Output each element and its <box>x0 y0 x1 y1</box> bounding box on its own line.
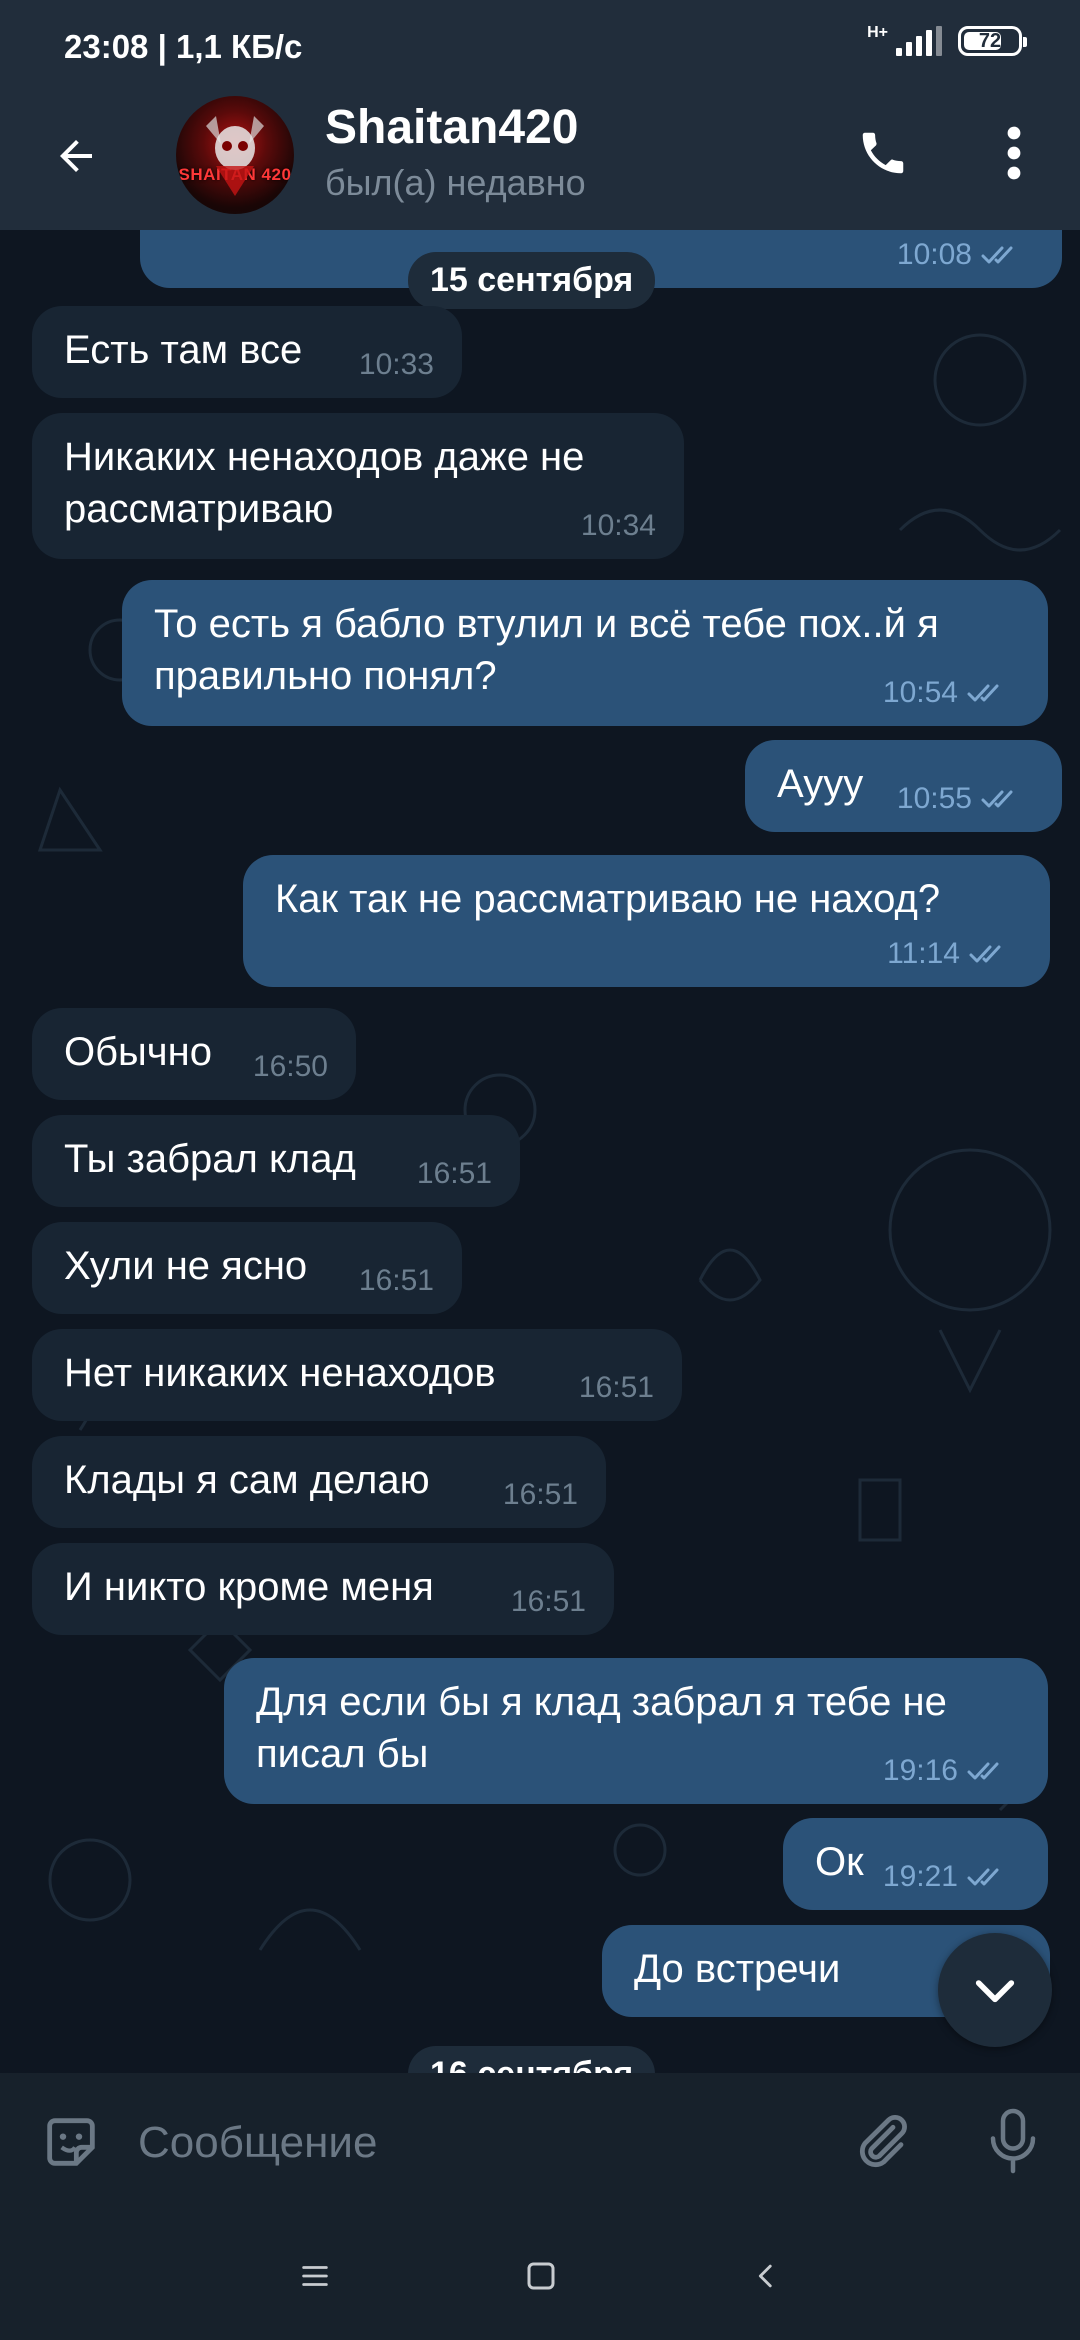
back-chevron-icon <box>758 2264 772 2288</box>
message-time: 16:51 <box>416 1157 492 1190</box>
incoming-message[interactable]: И никто кроме меня 16:51 <box>32 1543 614 1635</box>
message-time: 10:33 <box>358 348 434 381</box>
date-separator: 16 сентября <box>408 2046 656 2073</box>
message-time: 10:34 <box>580 509 656 542</box>
message-meta: 16:51 <box>503 1478 578 1512</box>
message-time: 16:51 <box>358 1264 434 1297</box>
outgoing-message[interactable]: Аууу 10:55 <box>745 740 1062 832</box>
home-square-icon <box>527 2262 555 2290</box>
double-check-icon <box>969 945 1001 963</box>
message-composer <box>0 2073 1080 2210</box>
double-check-icon <box>967 1762 999 1780</box>
battery-icon: 72 <box>958 26 1027 56</box>
nav-recents-button[interactable] <box>287 2248 343 2304</box>
back-button[interactable] <box>40 120 112 192</box>
message-meta: 10:08 <box>897 238 1028 272</box>
message-meta: 16:51 <box>359 1264 434 1298</box>
message-meta: 11:14 <box>887 937 1016 971</box>
message-text: Никаких ненаходов даже не рассматриваю <box>64 435 585 531</box>
more-options-button[interactable] <box>990 120 1038 186</box>
system-nav-bar <box>0 2210 1080 2340</box>
outgoing-message[interactable]: То есть я бабло втулил и всё тебе пох..й… <box>122 580 1048 726</box>
message-meta: 10:55 <box>897 782 1028 816</box>
message-time: 16:51 <box>578 1371 654 1404</box>
outgoing-message[interactable]: Как так не рассматриваю не наход? 11:14 <box>243 855 1050 987</box>
message-text: То есть я бабло втулил и всё тебе пох..й… <box>154 602 939 698</box>
message-meta: 10:34 <box>581 509 656 543</box>
message-text: Для если бы я клад забрал я тебе не писа… <box>256 1680 947 1776</box>
message-time: 11:14 <box>887 937 960 970</box>
message-meta: 10:54 <box>883 676 1014 710</box>
message-time: 16:51 <box>510 1585 586 1618</box>
sticker-icon <box>47 2118 95 2166</box>
message-list[interactable]: 10:08 15 сентября Есть там все 10:33 Никаких… <box>0 230 1080 2073</box>
message-time: 19:21 <box>882 1860 958 1893</box>
outgoing-message[interactable]: Ок 19:21 <box>783 1818 1048 1910</box>
message-text: До встречи <box>634 1947 841 1991</box>
message-text: Обычно <box>64 1030 212 1074</box>
more-vertical-icon <box>1007 126 1021 180</box>
incoming-message[interactable]: Клады я сам делаю 16:51 <box>32 1436 606 1528</box>
message-time: 10:55 <box>896 782 972 815</box>
message-text: Нет никаких ненаходов <box>64 1351 496 1395</box>
double-check-icon <box>967 1868 999 1886</box>
attach-button[interactable] <box>848 2109 914 2175</box>
message-meta: 16:51 <box>511 1585 586 1619</box>
message-text: Есть там все <box>64 328 303 372</box>
outgoing-message[interactable]: Для если бы я клад забрал я тебе не писа… <box>224 1658 1048 1804</box>
message-time: 10:54 <box>882 676 958 709</box>
message-text: Ок <box>815 1840 864 1884</box>
message-meta: 16:50 <box>253 1050 328 1084</box>
chat-last-seen: был(а) недавно <box>325 162 586 203</box>
double-check-icon <box>981 246 1013 264</box>
phone-icon <box>862 132 904 174</box>
emoji-button[interactable] <box>38 2109 104 2175</box>
message-time: 10:08 <box>896 238 972 271</box>
network-type-label: H+ <box>867 24 888 41</box>
message-text: И никто кроме меня <box>64 1565 434 1609</box>
microphone-icon <box>990 2108 1036 2174</box>
message-meta: 10:33 <box>359 348 434 382</box>
chat-header: SHAITAN 420 Shaitan420 был(а) недавно <box>0 90 1080 230</box>
arrow-left-icon <box>60 140 92 172</box>
message-meta: 16:51 <box>417 1157 492 1191</box>
double-check-icon <box>981 790 1013 808</box>
nav-home-button[interactable] <box>513 2248 569 2304</box>
incoming-message[interactable]: Обычно 16:50 <box>32 1008 356 1100</box>
message-text: Ты забрал клад <box>64 1137 356 1181</box>
message-time: 16:51 <box>502 1478 578 1511</box>
incoming-message[interactable]: Ты забрал клад 16:51 <box>32 1115 520 1207</box>
message-meta: 19:16 <box>883 1754 1014 1788</box>
voice-message-button[interactable] <box>980 2103 1046 2179</box>
incoming-message[interactable]: Никаких ненаходов даже не рассматриваю 10… <box>32 413 684 559</box>
date-separator: 15 сентября <box>408 252 656 309</box>
signal-strength-icon <box>896 26 942 56</box>
menu-icon <box>302 2266 328 2286</box>
incoming-message[interactable]: Хули не ясно 16:51 <box>32 1222 462 1314</box>
status-time-speed: 23:08 | 1,1 КБ/с <box>64 28 303 65</box>
incoming-message[interactable]: Есть там все 10:33 <box>32 306 462 398</box>
message-time: 16:50 <box>252 1050 328 1083</box>
avatar-skull-image <box>206 116 264 196</box>
scroll-to-bottom-button[interactable] <box>938 1933 1052 2047</box>
battery-level: 72 <box>978 29 1002 52</box>
message-meta: 16:51 <box>579 1371 654 1405</box>
message-text: Хули не ясно <box>64 1244 308 1288</box>
status-bar: 23:08 | 1,1 КБ/с H+ 72 <box>0 0 1080 90</box>
message-meta: 19:21 <box>883 1860 1014 1894</box>
double-check-icon <box>967 684 999 702</box>
message-text: Клады я сам делаю <box>64 1458 430 1502</box>
nav-back-button[interactable] <box>738 2248 794 2304</box>
message-text: Как так не рассматриваю не наход? <box>275 877 941 921</box>
message-text: Аууу <box>777 762 864 806</box>
chat-title[interactable]: Shaitan420 <box>325 100 578 155</box>
message-time: 19:16 <box>882 1754 958 1787</box>
call-button[interactable] <box>850 120 916 186</box>
paperclip-icon <box>859 2114 907 2168</box>
chevron-down-icon <box>975 1980 1015 2003</box>
avatar[interactable]: SHAITAN 420 <box>176 96 294 214</box>
incoming-message[interactable]: Нет никаких ненаходов 16:51 <box>32 1329 682 1421</box>
message-input[interactable] <box>138 2103 798 2183</box>
status-indicators: H+ 72 <box>867 24 1027 56</box>
